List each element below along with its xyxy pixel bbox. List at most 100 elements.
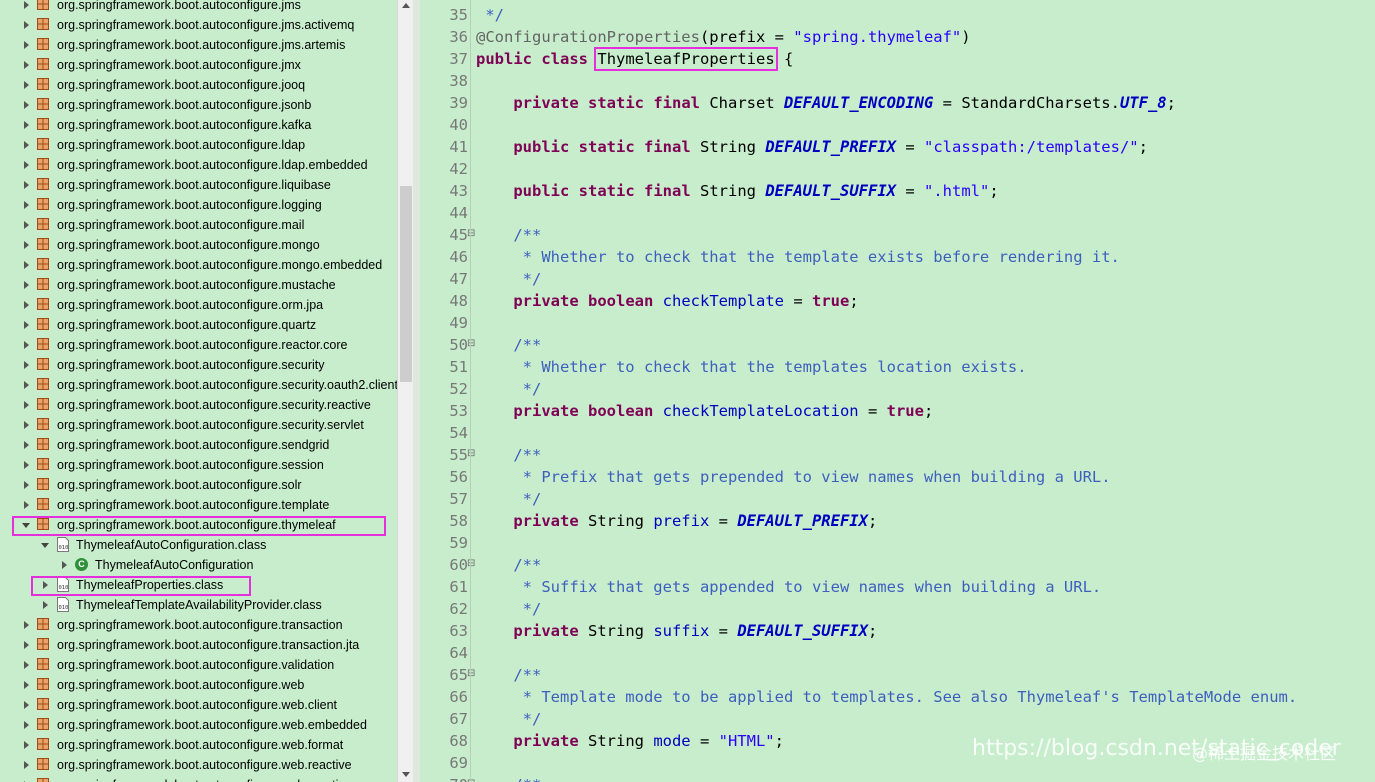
package-tree-item[interactable]: org.springframework.boot.autoconfigure.l… [0,175,397,195]
collapsed-arrow-icon[interactable] [24,421,29,429]
package-tree-item[interactable]: org.springframework.boot.autoconfigure.j… [0,95,397,115]
collapsed-arrow-icon[interactable] [24,1,29,9]
fold-toggle-icon[interactable]: ⊟ [467,778,475,782]
collapsed-arrow-icon[interactable] [43,601,48,609]
collapsed-arrow-icon[interactable] [24,281,29,289]
package-tree-item[interactable]: org.springframework.boot.autoconfigure.t… [0,495,397,515]
collapsed-arrow-icon[interactable] [24,701,29,709]
class-file-tree-item[interactable]: 010 ThymeleafAutoConfiguration.class [0,535,397,555]
package-tree-item[interactable]: org.springframework.boot.autoconfigure.m… [0,255,397,275]
collapsed-arrow-icon[interactable] [24,241,29,249]
code-line[interactable]: private boolean checkTemplateLocation = … [476,400,933,422]
package-tree-item[interactable]: org.springframework.boot.autoconfigure.l… [0,135,397,155]
collapsed-arrow-icon[interactable] [24,661,29,669]
code-line[interactable]: * Template mode to be applied to templat… [476,686,1298,708]
collapsed-arrow-icon[interactable] [24,61,29,69]
code-line[interactable]: private static final Charset DEFAULT_ENC… [476,92,1176,114]
package-tree-item[interactable]: org.springframework.boot.autoconfigure.s… [0,435,397,455]
code-line[interactable]: /** [476,664,541,686]
code-line[interactable]: private String mode = "HTML"; [476,730,784,752]
code-line[interactable]: */ [476,4,504,26]
package-tree-item[interactable]: org.springframework.boot.autoconfigure.m… [0,275,397,295]
package-tree-item[interactable]: org.springframework.boot.autoconfigure.k… [0,115,397,135]
scroll-down-arrow-icon[interactable] [402,772,410,777]
collapsed-arrow-icon[interactable] [24,621,29,629]
package-tree-item[interactable]: org.springframework.boot.autoconfigure.j… [0,55,397,75]
fold-toggle-icon[interactable]: ⊟ [467,448,475,459]
collapsed-arrow-icon[interactable] [24,221,29,229]
package-tree-item[interactable]: org.springframework.boot.autoconfigure.q… [0,315,397,335]
collapsed-arrow-icon[interactable] [24,321,29,329]
collapsed-arrow-icon[interactable] [24,361,29,369]
code-line[interactable]: * Whether to check that the templates lo… [476,356,1027,378]
code-line[interactable]: /** [476,334,541,356]
package-tree-item[interactable]: org.springframework.boot.autoconfigure.j… [0,15,397,35]
code-line[interactable]: */ [476,488,542,510]
collapsed-arrow-icon[interactable] [24,261,29,269]
code-line[interactable]: */ [476,378,542,400]
collapsed-arrow-icon[interactable] [24,101,29,109]
code-editor[interactable]: 35 36 37 38 39 40 41 42 43 44 45 ⊟ 46 47 48 49 50 ⊟ 51 52 53… [420,0,1375,782]
package-tree-item[interactable]: org.springframework.boot.autoconfigure.w… [0,715,397,735]
code-line[interactable]: */ [476,598,542,620]
code-line[interactable]: public class ThymeleafProperties { [476,47,793,71]
package-tree-item[interactable]: org.springframework.boot.autoconfigure.m… [0,215,397,235]
package-tree-item[interactable]: org.springframework.boot.autoconfigure.s… [0,415,397,435]
code-line[interactable]: * Prefix that gets prepended to view nam… [476,466,1111,488]
package-tree-item[interactable]: org.springframework.boot.autoconfigure.r… [0,335,397,355]
collapsed-arrow-icon[interactable] [24,481,29,489]
package-tree-item[interactable]: org.springframework.boot.autoconfigure.w… [0,755,397,775]
code-line[interactable]: /** [476,774,541,782]
code-line[interactable]: public static final String DEFAULT_PREFI… [476,136,1148,158]
collapsed-arrow-icon[interactable] [24,181,29,189]
fold-toggle-icon[interactable]: ⊟ [467,338,475,349]
panel-divider[interactable] [413,0,420,782]
fold-toggle-icon[interactable]: ⊟ [467,668,475,679]
package-tree-item[interactable]: org.springframework.boot.autoconfigure.s… [0,395,397,415]
package-tree-item[interactable]: org.springframework.boot.autoconfigure.j… [0,0,397,15]
collapsed-arrow-icon[interactable] [62,561,67,569]
code-line[interactable]: /** [476,444,541,466]
class-tree-item[interactable]: C ThymeleafAutoConfiguration [0,555,397,575]
collapsed-arrow-icon[interactable] [24,81,29,89]
collapsed-arrow-icon[interactable] [24,741,29,749]
code-line[interactable]: * Suffix that gets appended to view name… [476,576,1102,598]
collapsed-arrow-icon[interactable] [24,41,29,49]
collapsed-arrow-icon[interactable] [24,201,29,209]
collapsed-arrow-icon[interactable] [24,21,29,29]
code-line[interactable]: private boolean checkTemplate = true; [476,290,858,312]
package-tree-item[interactable]: org.springframework.boot.autoconfigure.v… [0,655,397,675]
collapsed-arrow-icon[interactable] [24,341,29,349]
package-tree-item[interactable]: org.springframework.boot.autoconfigure.w… [0,775,397,782]
collapsed-arrow-icon[interactable] [24,441,29,449]
tree-scrollbar[interactable] [397,0,414,782]
fold-toggle-icon[interactable]: ⊟ [467,228,475,239]
code-line[interactable]: /** [476,224,541,246]
code-line[interactable]: * Whether to check that the template exi… [476,246,1120,268]
package-tree-item[interactable]: org.springframework.boot.autoconfigure.w… [0,675,397,695]
collapsed-arrow-icon[interactable] [24,681,29,689]
package-tree-item[interactable]: org.springframework.boot.autoconfigure.j… [0,75,397,95]
package-tree-item[interactable]: org.springframework.boot.autoconfigure.o… [0,295,397,315]
collapsed-arrow-icon[interactable] [24,401,29,409]
tree-scrollbar-thumb[interactable] [400,186,412,382]
package-tree-item[interactable]: org.springframework.boot.autoconfigure.w… [0,735,397,755]
package-tree-item[interactable]: org.springframework.boot.autoconfigure.s… [0,455,397,475]
collapsed-arrow-icon[interactable] [24,161,29,169]
collapsed-arrow-icon[interactable] [24,381,29,389]
scroll-up-arrow-icon[interactable] [402,3,410,8]
collapsed-arrow-icon[interactable] [24,141,29,149]
code-line[interactable]: */ [476,708,542,730]
code-line[interactable]: private String prefix = DEFAULT_PREFIX; [476,510,877,532]
collapsed-arrow-icon[interactable] [24,761,29,769]
code-line[interactable]: private String suffix = DEFAULT_SUFFIX; [476,620,877,642]
package-tree-item[interactable]: org.springframework.boot.autoconfigure.t… [0,615,397,635]
code-line[interactable]: @ConfigurationProperties(prefix = "sprin… [476,26,971,48]
code-line[interactable]: /** [476,554,541,576]
code-line[interactable]: public static final String DEFAULT_SUFFI… [476,180,998,202]
collapsed-arrow-icon[interactable] [24,301,29,309]
package-tree-item[interactable]: org.springframework.boot.autoconfigure.s… [0,375,397,395]
package-tree-item[interactable]: org.springframework.boot.autoconfigure.s… [0,355,397,375]
package-tree-item[interactable]: org.springframework.boot.autoconfigure.m… [0,235,397,255]
collapsed-arrow-icon[interactable] [24,721,29,729]
